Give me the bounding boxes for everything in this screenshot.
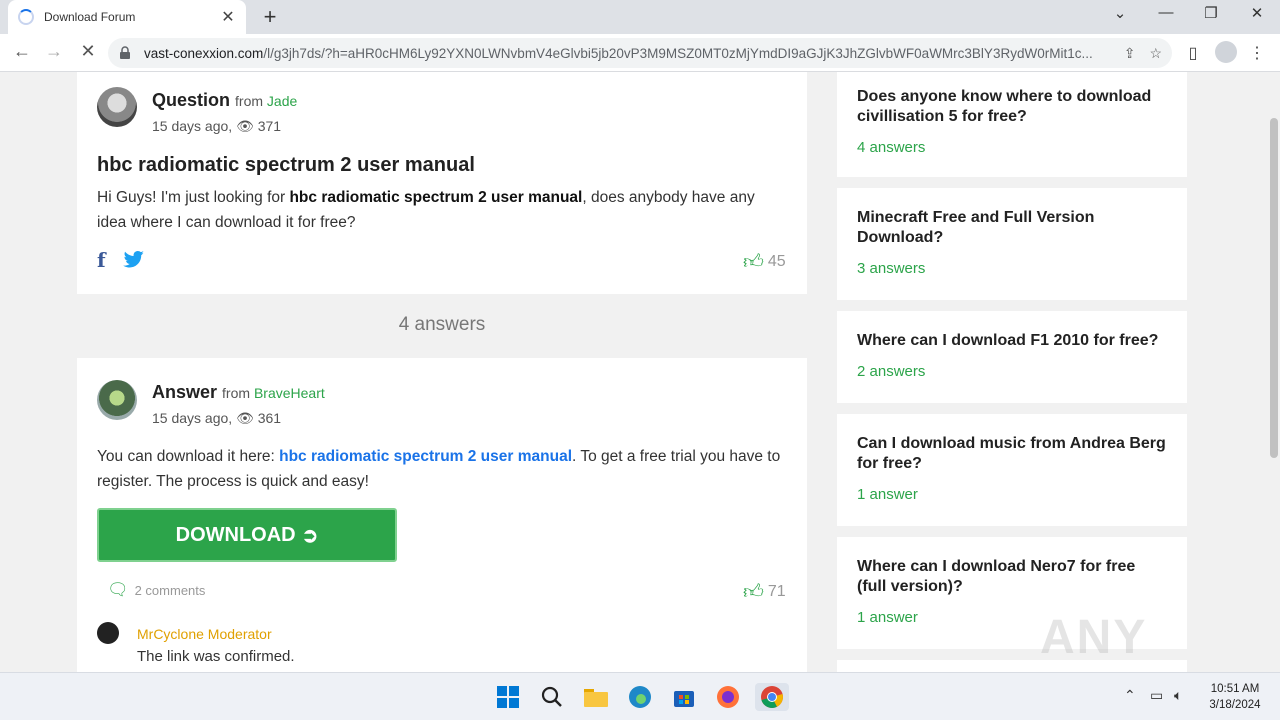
- loading-spinner-icon: [18, 9, 34, 25]
- scroll-thumb[interactable]: [1270, 118, 1278, 458]
- url-text: vast-conexxion.com/l/g3jh7ds/?h=aHR0cHM6…: [144, 45, 1093, 61]
- minimize-button[interactable]: —: [1156, 4, 1176, 21]
- page-viewport: Question from Jade 15 days ago, 👁 371 hb…: [0, 72, 1268, 672]
- related-question[interactable]: Minecraft Free and Full Version Download…: [837, 188, 1187, 300]
- comments-link[interactable]: 🗨 2 comments: [107, 580, 205, 600]
- share-icon[interactable]: ⇪: [1124, 45, 1136, 62]
- avatar[interactable]: [97, 380, 137, 420]
- answer-meta: 15 days ago, 👁 361: [152, 410, 282, 426]
- page-title: hbc radiomatic spectrum 2 user manual: [97, 154, 475, 176]
- question-body: Hi Guys! I'm just looking for hbc radiom…: [97, 189, 755, 231]
- menu-icon[interactable]: ⋮: [1246, 43, 1268, 63]
- moderator-comment: The link was confirmed.: [137, 648, 295, 665]
- tab-bar: Download Forum ✕ + ⌄ — ❐ ✕: [0, 0, 1280, 34]
- browser-toolbar: ← → ✕ vast-conexxion.com/l/g3jh7ds/?h=aH…: [0, 34, 1280, 72]
- answer-header: Answer from BraveHeart: [152, 382, 325, 402]
- question-header: Question from Jade: [152, 90, 298, 110]
- eye-icon: 👁: [236, 410, 254, 426]
- store-icon[interactable]: [670, 683, 698, 711]
- stop-loading-button[interactable]: ✕: [76, 41, 100, 62]
- answers-count: 4 answers: [398, 314, 486, 335]
- tab-close-icon[interactable]: ✕: [220, 7, 236, 27]
- eye-icon: 👁: [236, 118, 254, 134]
- volume-icon[interactable]: 🔈︎: [1174, 687, 1182, 704]
- question-meta: 15 days ago, 👁 371: [152, 118, 282, 134]
- chevron-up-icon[interactable]: ⌃: [1124, 687, 1136, 704]
- back-button[interactable]: ←: [10, 41, 34, 62]
- address-bar[interactable]: vast-conexxion.com/l/g3jh7ds/?h=aHR0cHM6…: [108, 38, 1172, 68]
- edge-icon[interactable]: [626, 683, 654, 711]
- thumbs-up-icon: 👍︎: [743, 251, 764, 273]
- question-card: Question from Jade 15 days ago, 👁 371 hb…: [77, 72, 807, 294]
- watermark: ANY RUN: [1040, 611, 1148, 672]
- taskbar: ⌃ ▭ 🔈︎ 10:51 AM 3/18/2024: [0, 672, 1280, 720]
- close-window-button[interactable]: ✕: [1247, 4, 1267, 22]
- restore-button[interactable]: ❐: [1201, 4, 1221, 22]
- tab-title: Download Forum: [44, 10, 136, 24]
- avatar[interactable]: [97, 622, 119, 644]
- comments-icon: 🗨: [107, 580, 129, 599]
- download-button-label: DOWNLOAD: [175, 523, 296, 546]
- answer-card: Answer from BraveHeart 15 days ago, 👁 36…: [77, 358, 807, 672]
- search-icon[interactable]: [538, 683, 566, 711]
- forward-button[interactable]: →: [42, 41, 66, 62]
- download-link[interactable]: hbc radiomatic spectrum 2 user manual: [279, 448, 572, 465]
- thumbs-up-icon: 👍︎: [743, 581, 764, 603]
- file-explorer-icon[interactable]: [582, 683, 610, 711]
- bookmark-star-icon[interactable]: ☆: [1149, 45, 1162, 62]
- profile-avatar-icon[interactable]: [1215, 41, 1237, 63]
- tab-search-icon[interactable]: ⌄: [1110, 4, 1130, 22]
- system-clock[interactable]: 10:51 AM 3/18/2024: [1196, 681, 1274, 713]
- answer-body: You can download it here: hbc radiomatic…: [97, 448, 781, 490]
- chrome-icon[interactable]: [755, 683, 789, 711]
- answer-author-link[interactable]: BraveHeart: [254, 385, 325, 401]
- page-scrollbar[interactable]: [1268, 72, 1280, 672]
- network-icon[interactable]: ▭: [1150, 687, 1163, 704]
- download-button[interactable]: DOWNLOAD ➲: [97, 508, 397, 562]
- related-question[interactable]: Does anyone know where to download civil…: [837, 72, 1187, 177]
- side-panel-icon[interactable]: ▯: [1182, 43, 1204, 63]
- related-question[interactable]: Can I download music from Andrea Berg fo…: [837, 414, 1187, 526]
- moderator-name[interactable]: MrCyclone Moderator: [137, 626, 272, 642]
- firefox-icon[interactable]: [714, 683, 742, 711]
- new-tab-button[interactable]: +: [258, 4, 282, 30]
- arrow-circle-right-icon: ➲: [301, 524, 319, 547]
- lock-icon: [120, 46, 130, 59]
- twitter-icon[interactable]: [123, 251, 145, 269]
- question-like-button[interactable]: 👍︎ 45: [743, 250, 786, 274]
- related-question[interactable]: Where can I download F1 2010 for free? 2…: [837, 311, 1187, 403]
- question-author-link[interactable]: Jade: [267, 93, 297, 109]
- avatar[interactable]: [97, 87, 137, 127]
- windows-start-icon[interactable]: [494, 683, 522, 711]
- browser-tab[interactable]: Download Forum ✕: [8, 0, 246, 34]
- answer-like-button[interactable]: 👍︎ 71: [743, 580, 786, 604]
- facebook-icon[interactable]: f: [97, 248, 106, 272]
